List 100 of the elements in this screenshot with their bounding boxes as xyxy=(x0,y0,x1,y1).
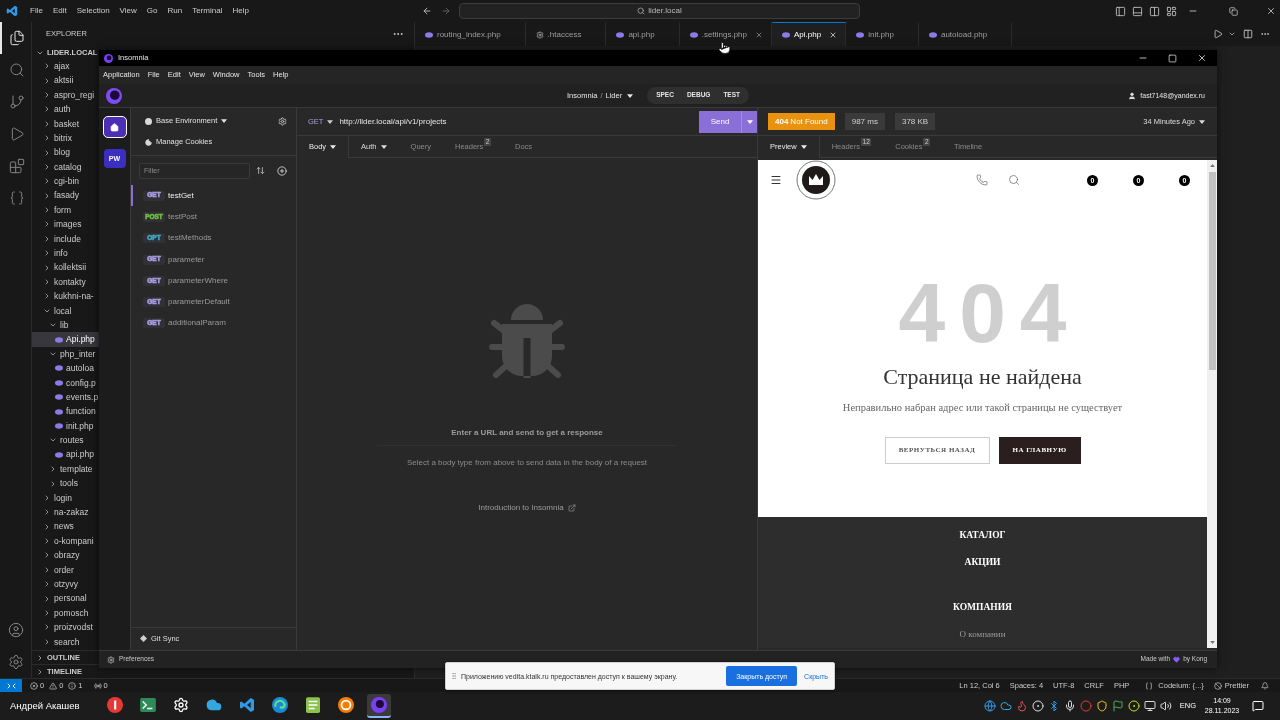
chevron-down-icon[interactable] xyxy=(1228,30,1236,38)
split-editor-icon[interactable] xyxy=(1243,29,1253,39)
editor-tab[interactable]: autoload.php xyxy=(918,22,1013,46)
run-icon[interactable] xyxy=(1213,29,1223,39)
editor-tab[interactable]: api.php xyxy=(606,22,680,46)
footer-heading[interactable]: КОМПАНИЯ xyxy=(953,594,1012,621)
forward-arrow-icon[interactable] xyxy=(441,6,451,16)
microphone-icon[interactable] xyxy=(1063,700,1076,712)
taskbar-app-button[interactable] xyxy=(367,694,391,718)
tree-item[interactable]: api.php xyxy=(32,447,99,462)
tree-item[interactable]: ajax xyxy=(32,59,99,74)
tree-item[interactable]: cgi-bin xyxy=(32,174,99,189)
tree-item[interactable]: auth xyxy=(32,102,99,117)
phone-icon[interactable] xyxy=(976,174,988,186)
tree-item[interactable]: news xyxy=(32,519,99,534)
search-icon[interactable] xyxy=(1008,174,1020,186)
menu-item[interactable]: Help xyxy=(227,4,254,18)
search-field[interactable]: lider.local xyxy=(459,3,860,19)
footer-link[interactable]: О компании xyxy=(959,621,1006,648)
menu-item[interactable]: Edit xyxy=(47,4,72,18)
account-icon[interactable] xyxy=(7,622,24,638)
footer-heading[interactable]: АКЦИИ xyxy=(964,549,1001,576)
close-icon[interactable] xyxy=(1266,6,1276,16)
remote-button[interactable] xyxy=(0,679,22,692)
footer-heading[interactable]: КАТАЛОГ xyxy=(959,522,1006,549)
panel-layout-icon[interactable] xyxy=(1132,5,1143,17)
tree-item[interactable]: template xyxy=(32,461,99,477)
tree-item[interactable]: form xyxy=(32,202,99,218)
restore-icon[interactable] xyxy=(1229,6,1238,16)
tree-item[interactable]: autoloa xyxy=(32,361,99,376)
tree-item[interactable]: config.p xyxy=(32,375,99,390)
maximize-icon[interactable] xyxy=(1168,53,1177,63)
close-icon[interactable] xyxy=(829,30,838,39)
shield-icon[interactable] xyxy=(1095,700,1108,712)
editor-tab[interactable]: routing_index.php xyxy=(415,22,526,46)
add-icon[interactable] xyxy=(277,165,287,176)
app-logo-icon[interactable] xyxy=(106,87,122,104)
tree-item[interactable]: na-zakaz xyxy=(32,505,99,520)
flag-icon[interactable] xyxy=(1111,700,1124,712)
tree-item[interactable]: local xyxy=(32,303,99,319)
url-field[interactable]: http://lider.local/api/v1/projects xyxy=(339,112,699,131)
editor-tab[interactable]: .htaccess xyxy=(525,22,607,46)
tree-item[interactable]: Api.php xyxy=(32,332,99,347)
home-button[interactable] xyxy=(102,116,127,138)
menu-item[interactable]: View xyxy=(114,4,142,18)
tree-item[interactable]: images xyxy=(32,217,99,232)
tree-item[interactable]: personal xyxy=(32,591,99,606)
menu-item[interactable]: Terminal xyxy=(187,4,228,18)
tree-item[interactable]: info xyxy=(32,246,99,261)
tree-item[interactable]: function xyxy=(32,404,99,419)
tree-item[interactable]: obrazy xyxy=(32,548,99,563)
tree-item[interactable]: order xyxy=(32,562,99,578)
editor-tab[interactable]: init.php xyxy=(846,22,919,46)
notifications-icon[interactable] xyxy=(1252,700,1264,712)
tree-item[interactable]: catalog xyxy=(32,159,99,175)
scrollbar-thumb[interactable] xyxy=(1208,172,1216,370)
tree-item[interactable]: events.p xyxy=(32,390,99,405)
menu-item[interactable]: File xyxy=(25,4,48,18)
tree-item[interactable]: lib xyxy=(32,318,99,333)
close-icon[interactable] xyxy=(1197,53,1207,63)
tree-item[interactable]: aspro_regi xyxy=(32,87,99,103)
tree-item[interactable]: o-kompani xyxy=(32,533,99,549)
cloud-icon[interactable] xyxy=(999,700,1012,712)
menu-icon[interactable] xyxy=(770,174,782,186)
tree-item[interactable]: include xyxy=(32,231,99,247)
globe-icon[interactable] xyxy=(983,700,996,712)
scrollbar[interactable] xyxy=(1207,160,1217,648)
tree-item[interactable]: kukhni-na- xyxy=(32,289,99,304)
settings-icon[interactable] xyxy=(7,654,24,670)
menu-item[interactable]: Selection xyxy=(71,4,115,18)
sort-icon[interactable] xyxy=(256,166,265,175)
settings-icon[interactable] xyxy=(278,116,287,126)
tree-item[interactable]: kontakty xyxy=(32,274,99,290)
tree-item[interactable]: tools xyxy=(32,476,99,491)
tree-item[interactable]: search xyxy=(32,634,99,649)
back-arrow-icon[interactable] xyxy=(422,6,432,16)
monitor-icon[interactable] xyxy=(1143,700,1156,712)
menu-item[interactable]: Run xyxy=(162,4,188,18)
grid-layout-icon[interactable] xyxy=(1166,5,1177,17)
columns-layout-icon[interactable] xyxy=(1149,5,1160,17)
flame-icon[interactable] xyxy=(1015,700,1028,712)
tree-item[interactable]: kollektsii xyxy=(32,260,99,275)
sidebar-layout-icon[interactable] xyxy=(1115,5,1126,17)
tree-item[interactable]: routes xyxy=(32,433,99,448)
tree-item[interactable]: php_inter xyxy=(32,346,99,362)
menu-item[interactable]: Go xyxy=(141,4,163,18)
tree-item[interactable]: bitrix xyxy=(32,130,99,146)
tree-item[interactable]: fasady xyxy=(32,188,99,203)
tree-item[interactable]: pomosch xyxy=(32,605,99,621)
ring-icon[interactable] xyxy=(1127,700,1140,712)
tree-item[interactable]: otzyvy xyxy=(32,577,99,592)
intro-link[interactable]: Introduction to Insomnia xyxy=(478,504,576,512)
volume-icon[interactable] xyxy=(1159,700,1172,712)
editor-tab[interactable]: Api.php xyxy=(772,22,847,46)
tree-item[interactable]: proizvodst xyxy=(32,620,99,635)
ring-icon[interactable] xyxy=(1031,700,1044,712)
bell-icon[interactable] xyxy=(1261,681,1269,690)
tree-item[interactable]: basket xyxy=(32,116,99,131)
drag-handle-icon[interactable] xyxy=(450,671,458,681)
send-button[interactable]: Send xyxy=(699,110,757,133)
